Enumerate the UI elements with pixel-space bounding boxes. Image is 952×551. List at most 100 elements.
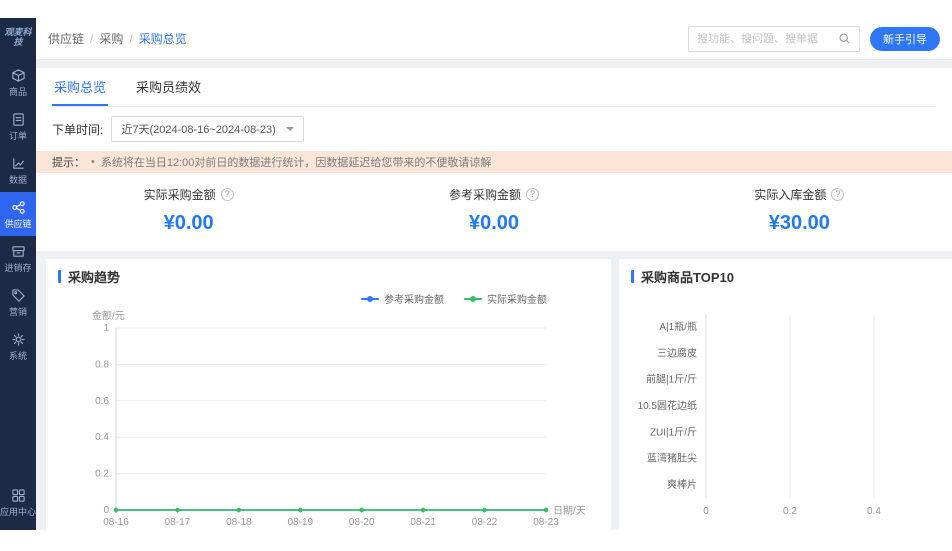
data-icon (11, 156, 26, 173)
breadcrumb-separator: / (129, 32, 132, 46)
stat-value: ¥30.00 (769, 212, 830, 235)
stat-label: 实际采购金额 (144, 186, 216, 203)
tab-buyer-performance[interactable]: 采购员绩效 (134, 68, 203, 106)
newbie-guide-button[interactable]: 新手引导 (870, 27, 940, 51)
notice-prefix: 提示： (52, 154, 85, 170)
stat-value: ¥0.00 (469, 212, 519, 235)
help-icon[interactable]: ? (831, 188, 844, 201)
date-range-select[interactable]: 近7天(2024-08-16~2024-08-23) (111, 116, 303, 142)
sidebar-item-label: 系统 (9, 352, 27, 361)
sidebar: 观麦科技 商品 订单 数据 供应链 (0, 18, 36, 530)
app-window: 观麦科技 商品 订单 数据 供应链 (0, 18, 952, 530)
page-content: 采购总览 采购员绩效 下单时间: 近7天(2024-08-16~2024-08-… (36, 60, 952, 530)
sidebar-item-label: 进销存 (4, 264, 31, 273)
svg-text:蓝湾猪肚尖: 蓝湾猪肚尖 (647, 452, 697, 465)
breadcrumb-item-current: 采购总览 (139, 32, 187, 46)
notice-message: 系统将在当日12:00对前日的数据进行统计，因数据延迟给您带来的不便敬请谅解 (101, 154, 492, 170)
sidebar-item-data[interactable]: 数据 (0, 148, 36, 192)
sidebar-item-label: 订单 (9, 132, 27, 141)
app-center-icon (11, 488, 26, 505)
breadcrumb-item[interactable]: 采购 (99, 32, 123, 46)
svg-text:爽棒片: 爽棒片 (667, 478, 697, 491)
svg-text:08-19: 08-19 (287, 517, 313, 528)
card-title-row: 采购趋势 (58, 267, 599, 286)
notice-banner: 提示： • 系统将在当日12:00对前日的数据进行统计，因数据延迟给您带来的不便… (36, 151, 952, 173)
main-area: 供应链/采购/采购总览 新手引导 采购总览 采购员绩效 (36, 18, 952, 530)
stat-label-row: 实际入库金额 ? (754, 186, 844, 203)
sidebar-bottom: 应用中心 (0, 480, 36, 524)
system-icon (11, 332, 26, 349)
legend-line-dot-icon (464, 298, 482, 300)
svg-text:0.2: 0.2 (783, 506, 797, 517)
stat-label-row: 实际采购金额 ? (144, 186, 234, 203)
sidebar-item-inventory[interactable]: 进销存 (0, 236, 36, 280)
svg-text:0.8: 0.8 (95, 359, 109, 370)
sidebar-nav: 商品 订单 数据 供应链 进销存 (0, 60, 36, 368)
trend-chart: 00.20.40.60.8108-1608-1708-1808-1908-200… (58, 306, 598, 530)
charts-row: 采购趋势 参考采购金额 实际采购金额 0 0.2 (36, 251, 952, 530)
search-icon (838, 32, 851, 45)
sidebar-item-system[interactable]: 系统 (0, 324, 36, 368)
svg-text:0: 0 (103, 505, 109, 516)
card-title: 采购趋势 (68, 267, 120, 286)
svg-text:08-18: 08-18 (226, 517, 252, 528)
global-search[interactable] (688, 26, 860, 52)
top10-chart: 0 0.2 0.4 A|1瓶/瓶三边腐皮前腿|1斤/斤 10.5圆花边纸 ZUI|1斤/斤… (631, 286, 952, 530)
stat-actual-inbound: 实际入库金额 ? ¥30.00 (647, 186, 952, 235)
svg-text:金额/元: 金额/元 (92, 309, 125, 322)
overview-panel: 采购总览 采购员绩效 下单时间: 近7天(2024-08-16~2024-08-… (36, 68, 952, 151)
sidebar-item-label: 商品 (9, 88, 27, 97)
stat-label: 实际入库金额 (754, 186, 826, 203)
sidebar-item-label: 数据 (9, 176, 27, 185)
svg-text:日期/天: 日期/天 (553, 505, 586, 517)
tab-purchase-overview[interactable]: 采购总览 (52, 68, 108, 106)
svg-text:0: 0 (703, 506, 709, 517)
svg-text:ZUI|1斤/斤: ZUI|1斤/斤 (650, 426, 697, 438)
chart-legend: 参考采购金额 实际采购金额 (58, 286, 599, 306)
sidebar-item-marketing[interactable]: 营销 (0, 280, 36, 324)
date-range-value: 近7天(2024-08-16~2024-08-23) (121, 121, 275, 137)
svg-text:08-21: 08-21 (410, 517, 436, 528)
svg-text:三边腐皮: 三边腐皮 (657, 346, 697, 359)
summary-stats: 实际采购金额 ? ¥0.00 参考采购金额 ? ¥0.00 (36, 173, 952, 251)
top10-products-card: 采购商品TOP10 0 0.2 0.4 A|1瓶/瓶三边腐皮前腿|1斤/斤 10.5圆花… (619, 259, 952, 530)
stat-label-row: 参考采购金额 ? (449, 186, 539, 203)
purchase-trend-card: 采购趋势 参考采购金额 实际采购金额 00.2 (46, 259, 611, 530)
sidebar-item-orders[interactable]: 订单 (0, 104, 36, 148)
stat-reference-purchase: 参考采购金额 ? ¥0.00 (341, 186, 646, 235)
sidebar-item-label: 供应链 (4, 220, 31, 229)
title-accent-bar (631, 270, 634, 283)
breadcrumb: 供应链/采购/采购总览 (48, 30, 187, 47)
supply-chain-icon (11, 200, 26, 217)
inventory-icon (11, 244, 26, 261)
stat-value: ¥0.00 (164, 212, 214, 235)
help-icon[interactable]: ? (526, 188, 539, 201)
sidebar-item-supply-chain[interactable]: 供应链 (0, 192, 36, 236)
help-icon[interactable]: ? (221, 188, 234, 201)
svg-text:08-22: 08-22 (472, 517, 498, 528)
svg-text:A|1瓶/瓶: A|1瓶/瓶 (659, 320, 697, 333)
notice-bullet: • (91, 156, 95, 168)
svg-text:1: 1 (103, 323, 109, 334)
top-header: 供应链/采购/采购总览 新手引导 (36, 18, 952, 60)
svg-text:08-23: 08-23 (533, 517, 559, 528)
card-title: 采购商品TOP10 (641, 267, 734, 286)
svg-text:0.4: 0.4 (867, 506, 881, 517)
sidebar-item-app-center[interactable]: 应用中心 (0, 480, 36, 524)
filter-row: 下单时间: 近7天(2024-08-16~2024-08-23) (52, 107, 936, 151)
sidebar-item-goods[interactable]: 商品 (0, 60, 36, 104)
tab-bar: 采购总览 采购员绩效 (52, 68, 936, 107)
orders-icon (11, 112, 26, 129)
svg-text:10.5圆花边纸: 10.5圆花边纸 (638, 399, 697, 412)
legend-label: 参考采购金额 (384, 291, 444, 306)
svg-text:前腿|1斤/斤: 前腿|1斤/斤 (646, 373, 697, 386)
svg-text:08-16: 08-16 (103, 517, 129, 528)
search-input[interactable] (697, 33, 838, 45)
breadcrumb-item[interactable]: 供应链 (48, 32, 84, 46)
legend-item-reference[interactable]: 参考采购金额 (361, 291, 444, 306)
legend-item-actual[interactable]: 实际采购金额 (464, 291, 547, 306)
svg-text:0.4: 0.4 (95, 432, 109, 443)
stat-actual-purchase: 实际采购金额 ? ¥0.00 (36, 186, 341, 235)
marketing-icon (11, 288, 26, 305)
legend-label: 实际采购金额 (487, 291, 547, 306)
